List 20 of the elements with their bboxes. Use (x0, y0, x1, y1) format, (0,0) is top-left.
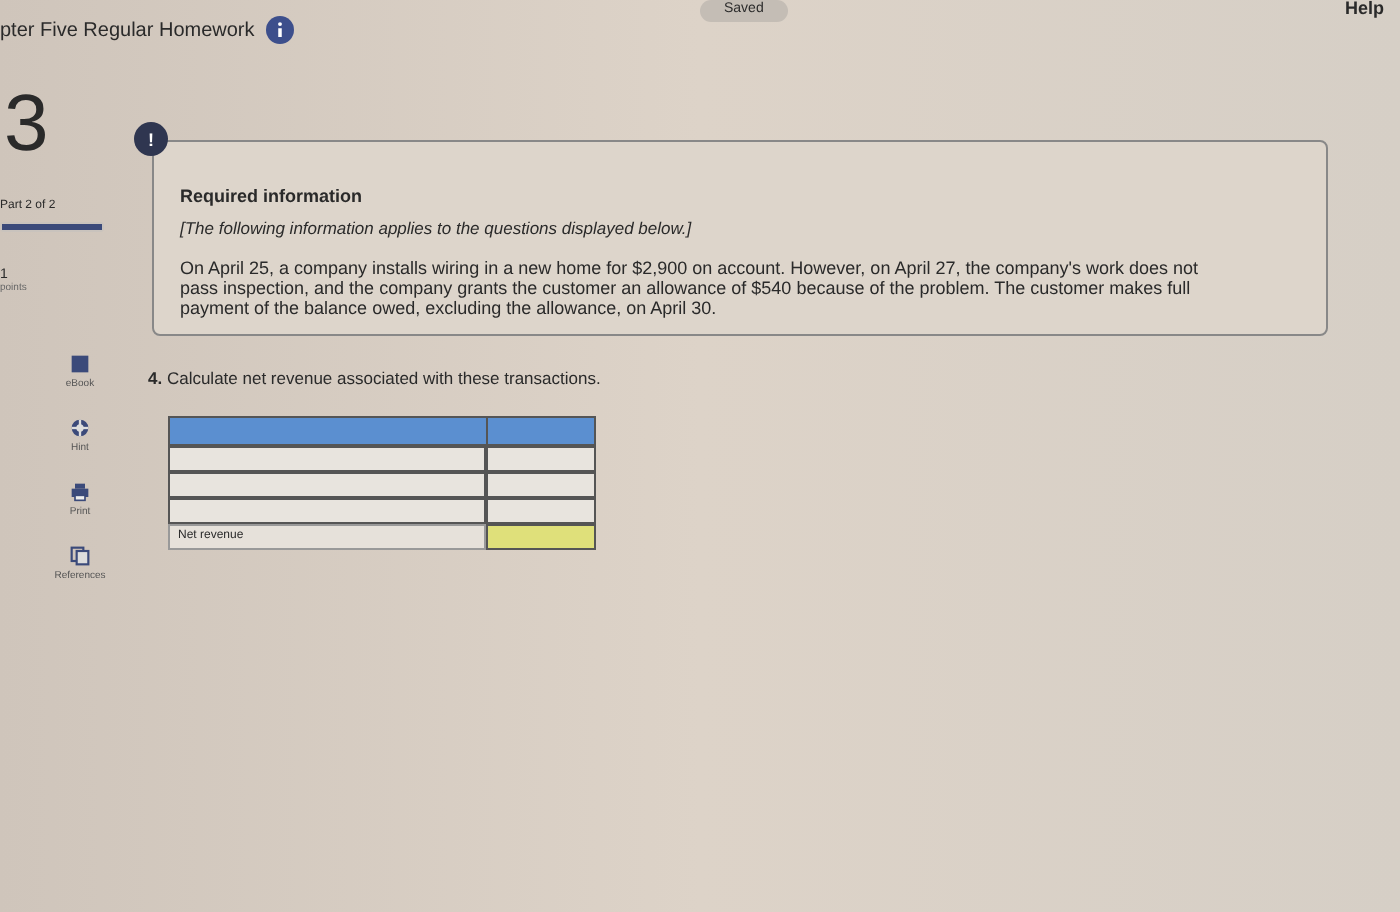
input-field[interactable] (486, 472, 596, 498)
card-heading: Required information (180, 186, 365, 206)
problem-text: On April 25, a company installs wiring in a new home for $2,900 on account. However, on April 27, the company's work does not pass inspection, and the company grants the customer an allowance of $540 because of the problem. The customer makes full payment of the balance owed, excluding the allowance, on April 30. (180, 258, 1200, 318)
input-field[interactable] (168, 498, 486, 524)
input-field[interactable] (168, 472, 486, 498)
documents-icon (69, 546, 90, 566)
question-number: 3 (4, 80, 49, 168)
question-text: 4. Calculate net revenue associated with these transactions. (148, 368, 603, 388)
help-link[interactable]: Help (1344, 0, 1384, 16)
book-icon (70, 354, 90, 374)
total-input-field[interactable] (486, 524, 596, 550)
input-field[interactable] (486, 498, 596, 524)
card-note: [The following information applies to the questions displayed below.] (180, 218, 694, 238)
input-field[interactable] (486, 446, 596, 472)
input-field[interactable] (168, 446, 486, 472)
alert-badge: ! (134, 122, 168, 156)
info-icon[interactable] (266, 16, 295, 44)
assignment-title: pter Five Regular Homework (0, 19, 255, 41)
lifebuoy-icon (70, 418, 90, 438)
printer-icon (70, 482, 90, 502)
